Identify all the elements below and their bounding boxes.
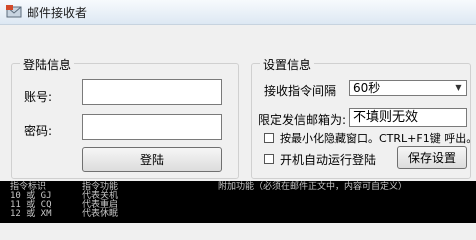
sender-label: 限定发信邮箱为: (258, 113, 347, 127)
command-console: 指令标识 指令功能 附加功能（必须在邮件正文中，内容可自定义） 10 或 GJ … (0, 181, 476, 223)
console-header-row: 指令标识 指令功能 附加功能（必须在邮件正文中，内容可自定义） (0, 183, 476, 192)
login-button-label: 登陆 (139, 153, 164, 167)
minimize-hide-checkbox[interactable] (264, 133, 274, 143)
app-icon (6, 5, 22, 18)
password-input[interactable] (82, 114, 222, 140)
login-group-title: 登陆信息 (20, 56, 75, 73)
main-panel: 登陆信息 账号: 密码: 登陆 设置信息 接收指令间隔 60秒 ▼ 限定发信邮箱… (0, 25, 476, 181)
minimize-hide-label: 按最小化隐藏窗口。CTRL+F1键 呼出。 (280, 132, 476, 145)
interval-label: 接收指令间隔 (264, 84, 337, 98)
account-input[interactable] (82, 79, 222, 105)
interval-select[interactable]: 60秒 ▼ (349, 80, 467, 96)
console-header-col3: 附加功能（必须在邮件正文中，内容可自定义） (218, 182, 408, 192)
interval-select-value: 60秒 (353, 81, 381, 95)
settings-group-title: 设置信息 (260, 56, 315, 73)
console-row-col1: 12 或 XM (10, 209, 52, 219)
autostart-label: 开机自动运行登陆 (280, 153, 377, 167)
sender-input-value: 不填则无效 (353, 110, 419, 125)
chevron-down-icon[interactable]: ▼ (452, 82, 465, 94)
save-settings-button[interactable]: 保存设置 (397, 146, 467, 169)
account-label: 账号: (24, 90, 53, 104)
window-title: 邮件接收者 (27, 6, 88, 20)
title-bar: 邮件接收者 (0, 0, 476, 25)
console-row: 10 或 GJ 代表关机 (0, 192, 476, 201)
save-settings-button-label: 保存设置 (407, 151, 456, 165)
console-row: 12 或 XM 代表休眠 (0, 210, 476, 219)
autostart-checkbox[interactable] (264, 154, 274, 164)
password-label: 密码: (24, 124, 53, 138)
login-button[interactable]: 登陆 (82, 147, 222, 172)
console-row: 11 或 CQ 代表重启 (0, 201, 476, 210)
sender-input[interactable]: 不填则无效 (349, 108, 467, 127)
console-row-col2: 代表休眠 (82, 209, 119, 219)
